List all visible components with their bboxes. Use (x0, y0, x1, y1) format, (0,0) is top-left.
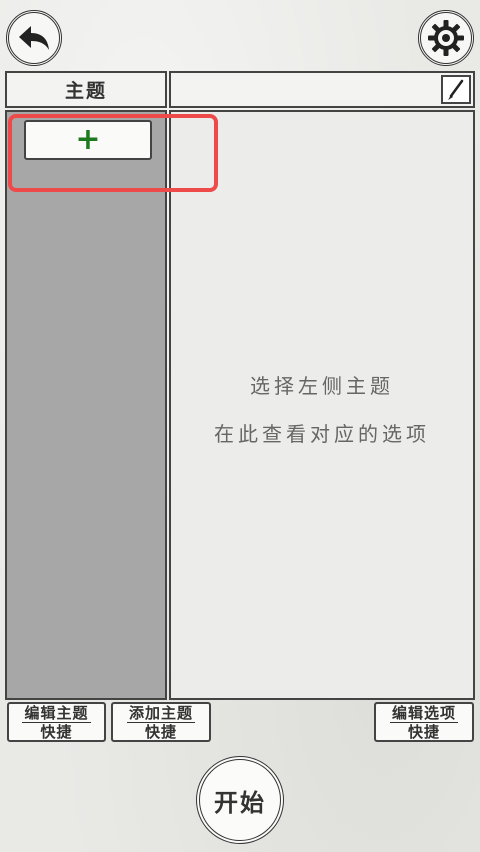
detail-header (169, 71, 475, 108)
add-topic-button[interactable]: + (24, 120, 152, 160)
settings-button[interactable] (418, 10, 474, 66)
shortcut-label: 编辑选项 (389, 703, 458, 723)
start-label: 开始 (214, 787, 266, 817)
shortcut-sublabel: 快捷 (407, 722, 440, 741)
topic-header: 主题 (5, 71, 167, 108)
shortcut-label: 添加主题 (126, 703, 195, 723)
plus-icon: + (75, 122, 101, 157)
topic-header-label: 主题 (64, 80, 107, 102)
options-panel: 选择左侧主题 在此查看对应的选项 (169, 110, 475, 700)
topic-list[interactable]: + (5, 110, 167, 700)
shortcut-sublabel: 快捷 (144, 722, 177, 741)
edit-option-shortcut-button[interactable]: 编辑选项 快捷 (374, 702, 474, 742)
hint-line-2: 在此查看对应的选项 (214, 422, 430, 446)
add-topic-shortcut-button[interactable]: 添加主题 快捷 (111, 702, 211, 742)
edit-topic-shortcut-button[interactable]: 编辑主题 快捷 (7, 702, 106, 742)
start-button[interactable]: 开始 (196, 756, 284, 844)
hint-line-1: 选择左侧主题 (250, 374, 394, 398)
gear-icon (428, 20, 464, 56)
back-arrow-icon (19, 26, 49, 50)
shortcut-label: 编辑主题 (22, 703, 91, 723)
shortcut-sublabel: 快捷 (40, 722, 73, 741)
brush-icon (448, 79, 464, 100)
back-button[interactable] (6, 10, 62, 66)
edit-button[interactable] (441, 75, 471, 104)
